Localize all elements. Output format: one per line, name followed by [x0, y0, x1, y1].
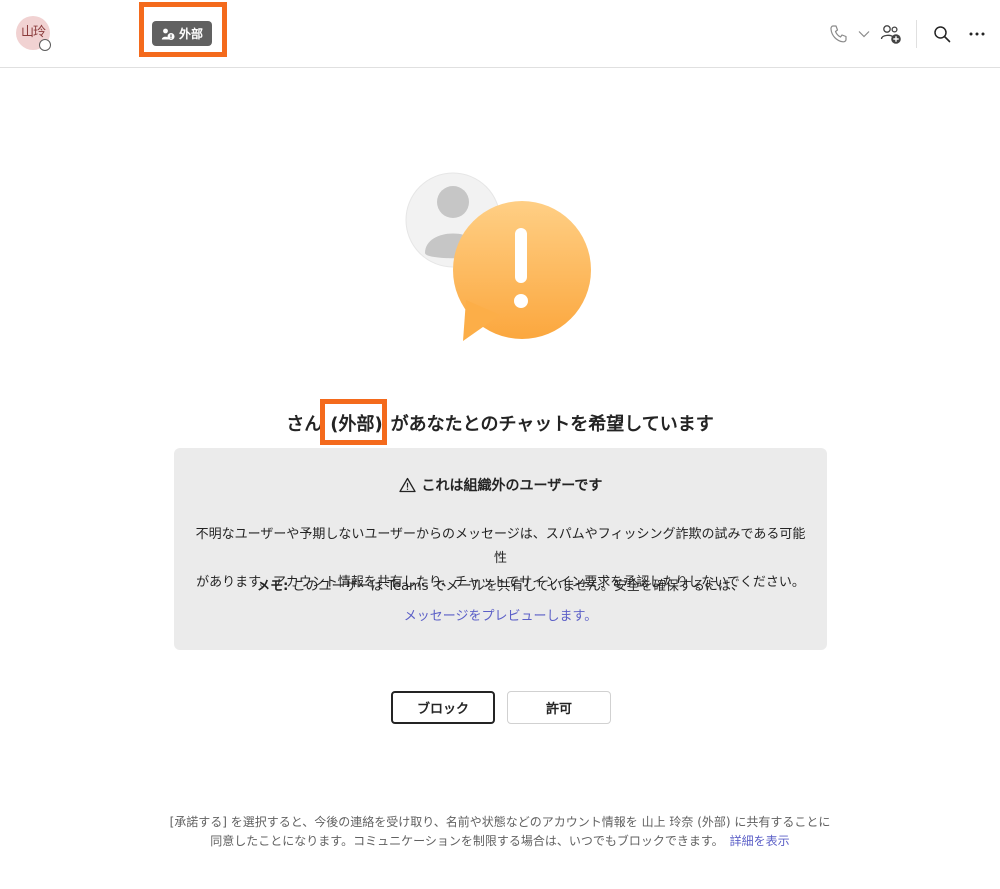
- title-external-label: (外部): [320, 399, 388, 445]
- notice-body-line: 不明なユーザーや予期しないユーザーからのメッセージは、スパムやフィッシング詐欺の…: [195, 527, 806, 566]
- call-icon[interactable]: [828, 22, 848, 46]
- external-user-icon: [161, 28, 175, 40]
- external-user-notice: これは組織外のユーザーです 不明なユーザーや予期しないユーザーからのメッセージは…: [174, 448, 827, 650]
- footer-line: 同意したことになります。コミュニケーションを制限する場合は、いつでもブロックでき…: [210, 834, 724, 848]
- title-external-text: (外部): [330, 414, 383, 435]
- notice-heading-text: これは組織外のユーザーです: [421, 478, 603, 494]
- exclamation-bar: [515, 228, 527, 283]
- memo-text: このユーザーは Teams でメールを共有していません。安全を確保するには、: [288, 579, 744, 594]
- add-people-icon[interactable]: [879, 22, 903, 46]
- search-icon[interactable]: [931, 22, 953, 46]
- block-button[interactable]: ブロック: [391, 691, 495, 724]
- consent-footer: [承諾する] を選択すると、今後の連絡を受け取り、名前や状態などのアカウント情報…: [100, 813, 900, 851]
- chevron-down-icon[interactable]: [856, 22, 872, 46]
- warning-icon: [398, 477, 416, 493]
- external-badge-label: 外部: [178, 27, 203, 41]
- memo-line: メモ: このユーザーは Teams でメールを共有していません。安全を確保するに…: [174, 575, 827, 594]
- title-suffix: があなたとのチャットを希望しています: [390, 414, 714, 435]
- memo-label: メモ:: [257, 579, 289, 594]
- allow-button[interactable]: 許可: [507, 691, 611, 724]
- warning-illustration: [405, 172, 591, 341]
- person-head: [437, 186, 469, 218]
- presence-status-icon: [39, 39, 51, 51]
- details-link[interactable]: 詳細を表示: [730, 834, 790, 848]
- notice-heading: これは組織外のユーザーです: [174, 475, 827, 495]
- title-prefix: さん: [286, 414, 323, 435]
- footer-line: [承諾する] を選択すると、今後の連絡を受け取り、名前や状態などのアカウント情報…: [169, 815, 831, 829]
- chat-header: 山玲 外部: [0, 0, 1000, 68]
- request-title: さん (外部) があなたとのチャットを希望しています: [0, 399, 1000, 445]
- header-divider: [916, 20, 917, 48]
- more-options-icon[interactable]: [966, 22, 988, 46]
- preview-message-link[interactable]: メッセージをプレビューします。: [174, 605, 827, 624]
- external-badge: 外部: [152, 21, 212, 46]
- exclamation-dot: [514, 294, 528, 308]
- footer-line-2: 同意したことになります。コミュニケーションを制限する場合は、いつでもブロックでき…: [100, 832, 900, 851]
- chat-request-page: 山玲 外部 さん (外部) があなたとのチャットを希望しています これは組織外の…: [0, 0, 1000, 889]
